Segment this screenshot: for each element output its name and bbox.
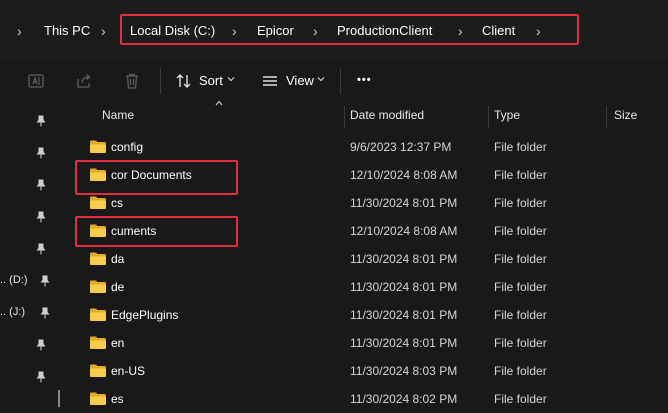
file-row[interactable]: config 9/6/2023 12:37 PM File folder: [72, 133, 668, 161]
file-type: File folder: [494, 308, 547, 322]
column-header-size[interactable]: Size: [614, 108, 637, 122]
folder-icon: [90, 392, 106, 405]
chevron-right-icon[interactable]: ›: [17, 22, 22, 40]
rename-icon[interactable]: [26, 71, 46, 91]
pin-icon[interactable]: [34, 114, 48, 128]
file-type: File folder: [494, 252, 547, 266]
file-date-modified: 11/30/2024 8:01 PM: [350, 252, 458, 266]
file-row[interactable]: es 11/30/2024 8:02 PM File folder: [72, 385, 668, 413]
file-date-modified: 11/30/2024 8:01 PM: [350, 308, 458, 322]
file-name: de: [111, 280, 125, 294]
file-type: File folder: [494, 392, 547, 406]
file-name: en-US: [111, 364, 146, 378]
navigation-pane: .. (D:) .. (J:): [0, 100, 62, 407]
column-divider[interactable]: [606, 106, 607, 128]
breadcrumb-this-pc[interactable]: This PC: [44, 22, 90, 40]
pin-icon[interactable]: [34, 146, 48, 160]
file-type: File folder: [494, 168, 547, 182]
file-date-modified: 12/10/2024 8:08 AM: [350, 224, 458, 238]
pin-icon[interactable]: [34, 210, 48, 224]
file-type: File folder: [494, 196, 547, 210]
column-divider[interactable]: [488, 106, 489, 128]
toolbar-divider: [340, 68, 341, 94]
file-name: da: [111, 252, 125, 266]
pin-icon[interactable]: [34, 242, 48, 256]
file-date-modified: 11/30/2024 8:01 PM: [350, 280, 458, 294]
more-options-button[interactable]: •••: [357, 71, 372, 89]
column-header-date-modified[interactable]: Date modified: [350, 108, 424, 122]
column-header-name[interactable]: Name: [102, 108, 134, 122]
file-name: cs: [111, 196, 123, 210]
sidebar-drive-d[interactable]: .. (D:): [0, 274, 28, 286]
file-type: File folder: [494, 364, 547, 378]
toolbar-divider: [160, 68, 161, 94]
folder-icon: [90, 252, 106, 265]
file-date-modified: 9/6/2023 12:37 PM: [350, 140, 452, 154]
address-highlight-box: [120, 14, 579, 45]
chevron-down-icon[interactable]: [316, 74, 326, 84]
file-type: File folder: [494, 140, 547, 154]
file-date-modified: 11/30/2024 8:03 PM: [350, 364, 458, 378]
sidebar-drive-j[interactable]: .. (J:): [0, 306, 25, 318]
file-date-modified: 12/10/2024 8:08 AM: [350, 168, 458, 182]
file-row[interactable]: da 11/30/2024 8:01 PM File folder: [72, 245, 668, 273]
file-type: File folder: [494, 336, 547, 350]
delete-icon[interactable]: [122, 71, 142, 91]
file-row[interactable]: en-US 11/30/2024 8:03 PM File folder: [72, 357, 668, 385]
row-highlight-box: [75, 160, 238, 195]
folder-icon: [90, 308, 106, 321]
pin-icon[interactable]: [38, 274, 52, 288]
file-name: en: [111, 336, 125, 350]
pin-icon[interactable]: [34, 338, 48, 352]
file-type: File folder: [494, 280, 547, 294]
file-name: config: [111, 140, 144, 154]
sort-button[interactable]: Sort: [199, 72, 223, 90]
pin-icon[interactable]: [34, 370, 48, 384]
share-icon[interactable]: [74, 71, 94, 91]
address-bar[interactable]: › This PC › Local Disk (C:) › Epicor › P…: [0, 0, 668, 62]
file-date-modified: 11/30/2024 8:02 PM: [350, 392, 458, 406]
file-row[interactable]: de 11/30/2024 8:01 PM File folder: [72, 273, 668, 301]
command-toolbar: Sort View •••: [0, 62, 668, 100]
file-name: es: [111, 392, 124, 406]
file-date-modified: 11/30/2024 8:01 PM: [350, 196, 458, 210]
view-icon[interactable]: [260, 71, 280, 91]
folder-icon: [90, 280, 106, 293]
file-type: File folder: [494, 224, 547, 238]
column-divider[interactable]: [344, 106, 345, 128]
column-header-type[interactable]: Type: [494, 108, 520, 122]
sort-caret-icon: [215, 100, 223, 106]
chevron-down-icon[interactable]: [226, 74, 236, 84]
pin-icon[interactable]: [38, 306, 52, 320]
file-date-modified: 11/30/2024 8:01 PM: [350, 336, 458, 350]
pin-icon[interactable]: [34, 178, 48, 192]
folder-icon: [90, 140, 106, 153]
row-highlight-box: [75, 216, 238, 247]
view-button[interactable]: View: [286, 72, 314, 90]
sidebar-scrollbar[interactable]: [58, 390, 60, 407]
chevron-right-icon[interactable]: ›: [101, 22, 106, 40]
file-name: EdgePlugins: [111, 308, 179, 322]
sort-icon[interactable]: [174, 71, 194, 91]
folder-icon: [90, 196, 106, 209]
file-row[interactable]: EdgePlugins 11/30/2024 8:01 PM File folder: [72, 301, 668, 329]
folder-icon: [90, 364, 106, 377]
file-row[interactable]: en 11/30/2024 8:01 PM File folder: [72, 329, 668, 357]
file-list: Name Date modified Type Size config 9/6/2…: [72, 100, 668, 407]
folder-icon: [90, 336, 106, 349]
